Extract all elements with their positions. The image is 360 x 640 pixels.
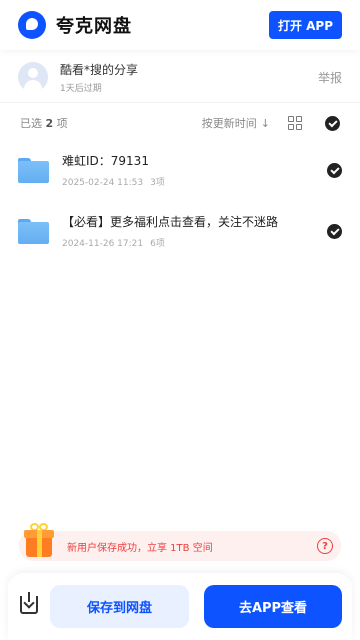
view-in-app-button[interactable]: 去APP查看 bbox=[204, 585, 342, 628]
sharer-name: 酷看*搜的分享 bbox=[60, 62, 139, 77]
download-icon[interactable] bbox=[20, 592, 38, 614]
report-link[interactable]: 举报 bbox=[318, 69, 342, 86]
share-expire-text: 1天后过期 bbox=[60, 83, 102, 94]
save-to-drive-button[interactable]: 保存到网盘 bbox=[50, 585, 189, 628]
file-meta: 2025-02-24 11:53 3项 bbox=[62, 178, 165, 188]
file-name: 【必看】更多福利点击查看，关注不迷路 bbox=[62, 215, 279, 229]
gift-icon bbox=[24, 522, 56, 558]
file-meta: 2024-11-26 17:21 6项 bbox=[62, 239, 165, 249]
file-row[interactable]: 难虹ID：79131 2025-02-24 11:53 3项 bbox=[0, 146, 360, 194]
arrow-down-icon: ↓ bbox=[260, 116, 270, 130]
file-row[interactable]: 【必看】更多福利点击查看，关注不迷路 2024-11-26 17:21 6项 bbox=[0, 207, 360, 255]
sharer-row: 酷看*搜的分享 1天后过期 举报 bbox=[0, 52, 360, 102]
folder-icon bbox=[18, 218, 49, 244]
folder-icon bbox=[18, 157, 49, 183]
grid-view-icon[interactable] bbox=[288, 116, 302, 130]
avatar bbox=[18, 62, 48, 92]
list-toolbar: 已选 2 项 按更新时间 ↓ bbox=[0, 110, 360, 136]
file-name: 难虹ID：79131 bbox=[62, 154, 149, 168]
app-name: 夸克网盘 bbox=[56, 16, 132, 37]
select-all-checkbox[interactable] bbox=[325, 115, 340, 131]
quark-logo-icon bbox=[18, 11, 46, 39]
sort-button[interactable]: 按更新时间 ↓ bbox=[202, 115, 270, 131]
promo-text: 新用户保存成功，立享 1TB 空间 bbox=[67, 542, 213, 554]
selected-count: 已选 2 项 bbox=[20, 117, 68, 130]
new-user-promo-banner[interactable]: 新用户保存成功，立享 1TB 空间 ? bbox=[19, 523, 341, 561]
file-checkbox[interactable] bbox=[327, 162, 342, 178]
help-icon[interactable]: ? bbox=[317, 538, 333, 554]
bottom-action-bar: 保存到网盘 去APP查看 bbox=[8, 573, 352, 640]
app-header: 夸克网盘 打开 APP bbox=[0, 0, 360, 50]
open-app-button[interactable]: 打开 APP bbox=[268, 11, 342, 39]
divider bbox=[0, 102, 360, 103]
file-checkbox[interactable] bbox=[327, 223, 342, 239]
